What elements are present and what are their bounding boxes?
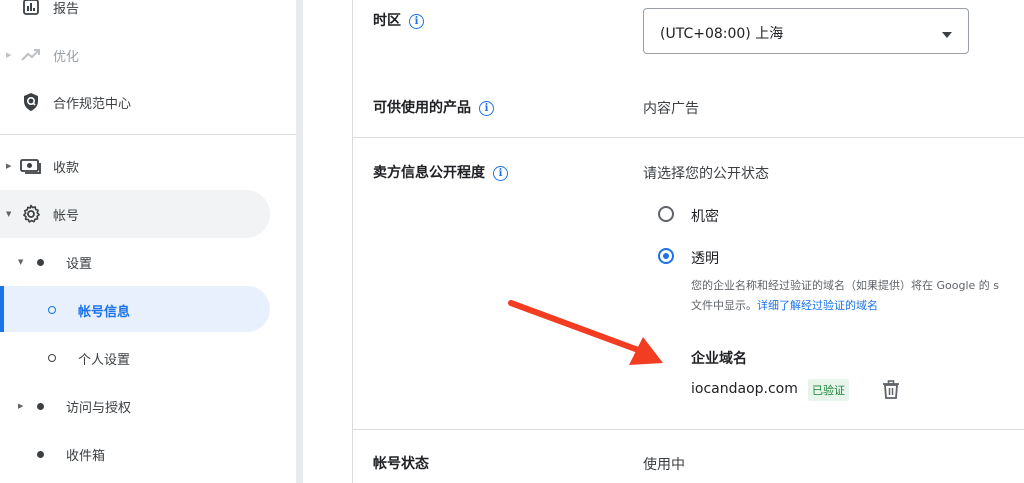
account-status-label: 帐号状态	[373, 456, 429, 472]
bullet-icon	[37, 402, 44, 410]
payments-icon	[20, 155, 42, 177]
seller-info-prompt: 请选择您的公开状态	[643, 166, 769, 182]
timezone-select-value: (UTC+08:00) 上海	[660, 26, 784, 42]
seller-info-label: 卖方信息公开程度 i	[373, 162, 508, 182]
ring-bullet-icon	[48, 354, 56, 362]
info-icon[interactable]: i	[409, 13, 424, 29]
transparent-description: 您的企业名称和经过验证的域名（如果提供）将在 Google 的 s	[691, 279, 1000, 292]
sidebar-selected-bg	[0, 286, 270, 332]
bullet-icon	[37, 258, 44, 266]
gear-icon	[20, 203, 42, 225]
sidebar-scrollbar[interactable]	[296, 0, 303, 483]
timezone-label-text: 时区	[373, 13, 401, 29]
learn-more-link[interactable]: 详细了解经过验证的域名	[757, 299, 878, 312]
business-domain-value: iocandaop.com	[691, 381, 798, 397]
dropdown-arrow-icon	[942, 26, 952, 42]
timezone-label: 时区 i	[373, 10, 424, 30]
description-text: 文件中显示。	[691, 299, 757, 312]
ring-bullet-icon	[48, 306, 56, 314]
caret-right-icon: ▶	[6, 162, 12, 170]
info-icon[interactable]: i	[479, 100, 494, 116]
caret-right-icon: ▶	[6, 51, 12, 59]
sidebar-item-label: 报告	[53, 1, 80, 17]
seller-info-label-text: 卖方信息公开程度	[373, 165, 485, 181]
radio-confidential[interactable]	[658, 206, 674, 222]
sidebar-item-label: 收件箱	[66, 448, 106, 464]
info-icon[interactable]: i	[493, 165, 508, 181]
annotation-arrow-icon	[508, 300, 663, 365]
verified-badge: 已验证	[808, 379, 849, 401]
sidebar-item-label: 帐号信息	[78, 304, 131, 320]
caret-right-icon: ▶	[18, 402, 24, 410]
sidebar-item-label: 访问与授权	[66, 400, 132, 416]
products-label-text: 可供使用的产品	[373, 100, 471, 116]
sidebar: 报告 ▶ 优化 合作规范中心 ▶ 收款 ▼ 帐号 ▼ 设置 帐号信息 个人设置 …	[0, 0, 296, 483]
card-left-border	[352, 0, 353, 483]
sidebar-selected-indicator	[0, 286, 4, 332]
bar-chart-icon	[20, 0, 42, 18]
section-divider	[352, 137, 1024, 138]
products-value: 内容广告	[643, 101, 699, 117]
account-status-value: 使用中	[643, 457, 685, 473]
sidebar-item-label: 设置	[66, 256, 93, 272]
delete-icon[interactable]	[882, 380, 900, 404]
caret-down-icon: ▼	[18, 258, 24, 266]
policy-shield-icon	[20, 91, 42, 113]
business-domain-heading: 企业域名	[691, 351, 747, 367]
sidebar-item-label: 合作规范中心	[53, 96, 132, 112]
timezone-select[interactable]: (UTC+08:00) 上海	[643, 8, 969, 54]
bullet-icon	[37, 450, 44, 458]
transparent-description-line2: 文件中显示。详细了解经过验证的域名	[691, 297, 878, 313]
products-label: 可供使用的产品 i	[373, 97, 494, 117]
trending-up-icon	[20, 44, 42, 66]
sidebar-item-label: 帐号	[53, 208, 80, 224]
section-divider	[352, 429, 1024, 430]
sidebar-item-label: 收款	[53, 160, 80, 176]
radio-transparent[interactable]	[658, 248, 674, 264]
sidebar-divider	[0, 134, 296, 135]
sidebar-item-label: 优化	[53, 49, 80, 65]
sidebar-item-label: 个人设置	[78, 352, 131, 368]
radio-transparent-label: 透明	[691, 251, 719, 267]
caret-down-icon: ▼	[6, 210, 12, 218]
radio-confidential-label: 机密	[691, 209, 719, 225]
